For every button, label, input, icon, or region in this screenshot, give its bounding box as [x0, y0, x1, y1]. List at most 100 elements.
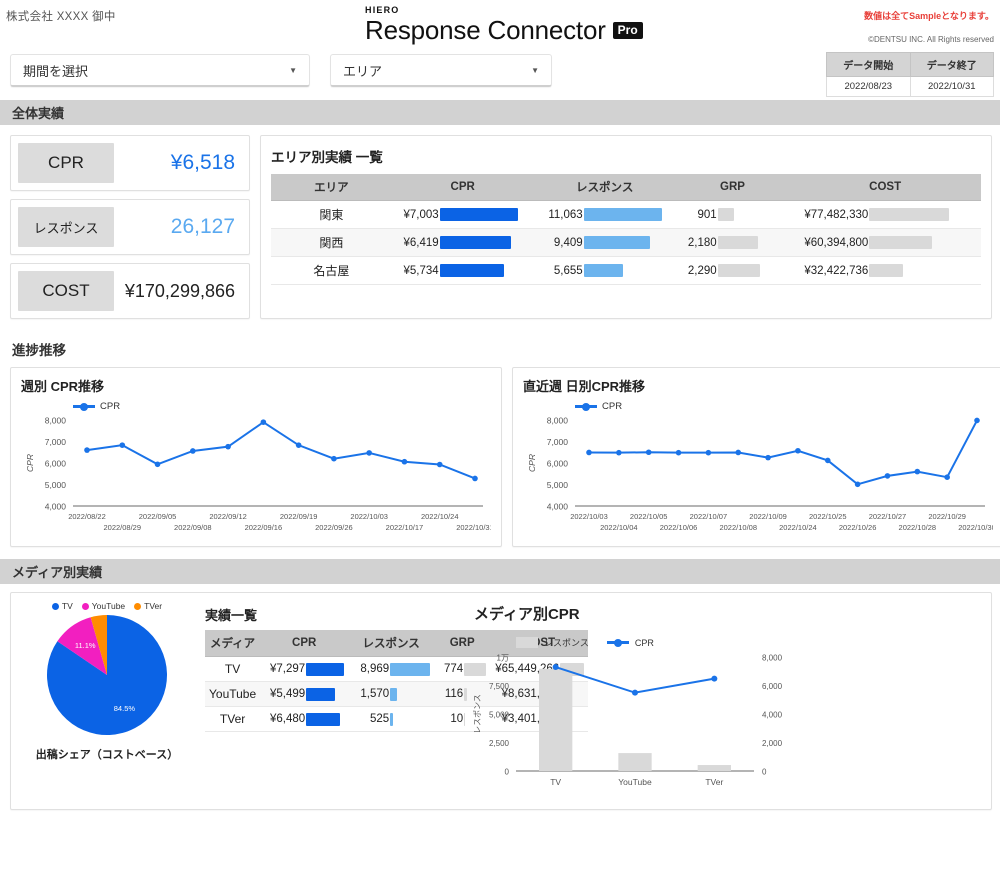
combo-chart-svg: 02,5005,0007,5001万02,0004,0006,0008,000レ…: [466, 649, 796, 799]
svg-text:レスポンス: レスポンス: [473, 694, 482, 734]
svg-text:2022/10/27: 2022/10/27: [869, 512, 907, 521]
row-label: TV: [205, 657, 260, 682]
svg-text:7,000: 7,000: [45, 437, 67, 447]
kpi-value-cpr: ¥6,518: [114, 151, 249, 175]
svg-text:2022/08/29: 2022/08/29: [103, 523, 141, 532]
table-bar-cell: ¥7,003: [392, 201, 534, 229]
svg-text:4,000: 4,000: [762, 711, 783, 720]
weekly-cpr-chart: 4,0005,0006,0007,0008,000CPR2022/08/2220…: [21, 412, 491, 550]
client-name: 株式会社 XXXX 御中: [6, 8, 116, 24]
svg-text:7,000: 7,000: [547, 437, 569, 447]
svg-text:2022/10/26: 2022/10/26: [839, 523, 877, 532]
kpi-card-cost: COST ¥170,299,866: [10, 263, 250, 319]
overall-results-area: CPR ¥6,518 レスポンス 26,127 COST ¥170,299,86…: [0, 125, 1000, 327]
cell-bar: [718, 264, 760, 277]
period-select[interactable]: 期間を選択 ▼: [10, 54, 310, 87]
media-cpr-chart-block: メディア別CPR レスポンス CPR 02,5005,0007,5001万02,…: [452, 601, 985, 801]
media-cpr-combo-chart: 02,5005,0007,5001万02,0004,0006,0008,000レ…: [466, 649, 985, 804]
svg-text:2022/09/12: 2022/09/12: [209, 512, 247, 521]
svg-text:2,500: 2,500: [489, 739, 510, 748]
media-results-area: TV YouTube TVer 84.5%11.1% 出稿シェア（コストベース）…: [0, 584, 1000, 816]
cell-value: 2,180: [680, 237, 718, 249]
svg-text:YouTube: YouTube: [618, 777, 652, 787]
area-select-label: エリア: [343, 61, 382, 80]
cell-bar: [306, 663, 344, 676]
daily-cpr-legend-label: CPR: [602, 401, 622, 412]
section-header-overall: 全体実績: [0, 100, 1000, 125]
media-results-panel: TV YouTube TVer 84.5%11.1% 出稿シェア（コストベース）…: [10, 592, 992, 810]
col-cpr: CPR: [392, 174, 534, 201]
cell-bar: [440, 264, 504, 277]
table-bar-cell: 9,409: [534, 229, 676, 257]
row-label: 関西: [271, 229, 392, 257]
svg-text:84.5%: 84.5%: [114, 704, 136, 713]
logo-main-text: Response Connector: [365, 17, 606, 44]
line-marker-icon: [607, 641, 629, 644]
pie-legend: TV YouTube TVer: [52, 601, 162, 611]
area-panel-title: エリア別実績 一覧: [271, 146, 981, 166]
bar-swatch-icon: [516, 637, 538, 648]
col-area: エリア: [271, 174, 392, 201]
svg-text:6,000: 6,000: [762, 682, 783, 691]
svg-text:2022/10/29: 2022/10/29: [928, 512, 966, 521]
table-bar-cell: 5,655: [534, 257, 676, 285]
media-share-pie-chart: 84.5%11.1%: [45, 613, 169, 742]
daily-cpr-chart-title: 直近週 日別CPR推移: [523, 376, 993, 395]
cell-value: 8,969: [352, 663, 390, 675]
svg-text:2022/09/26: 2022/09/26: [315, 523, 353, 532]
svg-text:2022/09/08: 2022/09/08: [174, 523, 212, 532]
chevron-down-icon: ▼: [289, 66, 297, 75]
cell-bar: [584, 236, 650, 249]
svg-text:2,000: 2,000: [762, 739, 783, 748]
table-row: 関西¥6,4199,4092,180¥60,394,800: [271, 229, 981, 257]
cell-value: ¥7,003: [396, 209, 440, 221]
cell-bar: [306, 713, 340, 726]
progress-charts-row: 週別 CPR推移 CPR 4,0005,0006,0007,0008,000CP…: [0, 367, 1000, 547]
svg-text:2022/10/24: 2022/10/24: [421, 512, 459, 521]
svg-text:2022/10/03: 2022/10/03: [570, 512, 608, 521]
svg-text:2022/09/05: 2022/09/05: [139, 512, 177, 521]
table-bar-cell: ¥32,422,736: [789, 257, 981, 285]
daily-cpr-chart-panel: 直近週 日別CPR推移 CPR 4,0005,0006,0007,0008,00…: [512, 367, 1000, 547]
cell-value: ¥60,394,800: [793, 237, 869, 249]
svg-text:6,000: 6,000: [45, 459, 67, 469]
svg-text:5,000: 5,000: [489, 711, 510, 720]
area-select[interactable]: エリア ▼: [330, 54, 552, 87]
cell-bar: [718, 236, 758, 249]
svg-text:2022/10/04: 2022/10/04: [600, 523, 638, 532]
cell-bar: [390, 663, 430, 676]
svg-text:2022/10/05: 2022/10/05: [630, 512, 668, 521]
logo-pro-badge: Pro: [613, 22, 643, 39]
area-table-body: 関東¥7,00311,063901¥77,482,330関西¥6,4199,40…: [271, 201, 981, 285]
svg-text:TVer: TVer: [705, 777, 723, 787]
daily-cpr-chart: 4,0005,0006,0007,0008,000CPR2022/10/0320…: [523, 412, 993, 550]
table-bar-cell: ¥6,480: [260, 707, 348, 732]
table-bar-cell: 901: [676, 201, 790, 229]
svg-text:2022/09/16: 2022/09/16: [245, 523, 283, 532]
date-range-table: データ開始 データ終了 2022/08/23 2022/10/31: [826, 52, 994, 97]
row-label: TVer: [205, 707, 260, 732]
table-bar-cell: 11,063: [534, 201, 676, 229]
sample-disclaimer: 数値は全てSampleとなります。: [864, 9, 994, 22]
col-grp: GRP: [676, 174, 790, 201]
cell-value: 525: [352, 713, 390, 725]
copyright-text: ©DENTSU INC. All Rights reserved: [868, 35, 994, 44]
svg-text:2022/10/08: 2022/10/08: [719, 523, 757, 532]
pie-legend-youtube: YouTube: [82, 601, 125, 611]
table-row: 名古屋¥5,7345,6552,290¥32,422,736: [271, 257, 981, 285]
pie-caption: 出稿シェア（コストベース）: [36, 746, 178, 762]
row-label: 名古屋: [271, 257, 392, 285]
kpi-value-response: 26,127: [114, 215, 249, 239]
col-response: レスポンス: [348, 630, 434, 657]
cell-bar: [440, 236, 512, 249]
area-results-panel: エリア別実績 一覧 エリア CPR レスポンス GRP COST 関東¥7,00…: [260, 135, 992, 319]
line-marker-icon: [73, 405, 95, 408]
svg-text:6,000: 6,000: [547, 459, 569, 469]
kpi-label-cpr: CPR: [18, 143, 114, 183]
svg-text:2022/08/22: 2022/08/22: [68, 512, 106, 521]
kpi-label-response: レスポンス: [18, 207, 114, 247]
cell-value: ¥32,422,736: [793, 265, 869, 277]
cell-value: ¥7,297: [264, 663, 306, 675]
daily-cpr-legend: CPR: [575, 401, 993, 412]
svg-text:8,000: 8,000: [45, 416, 67, 426]
